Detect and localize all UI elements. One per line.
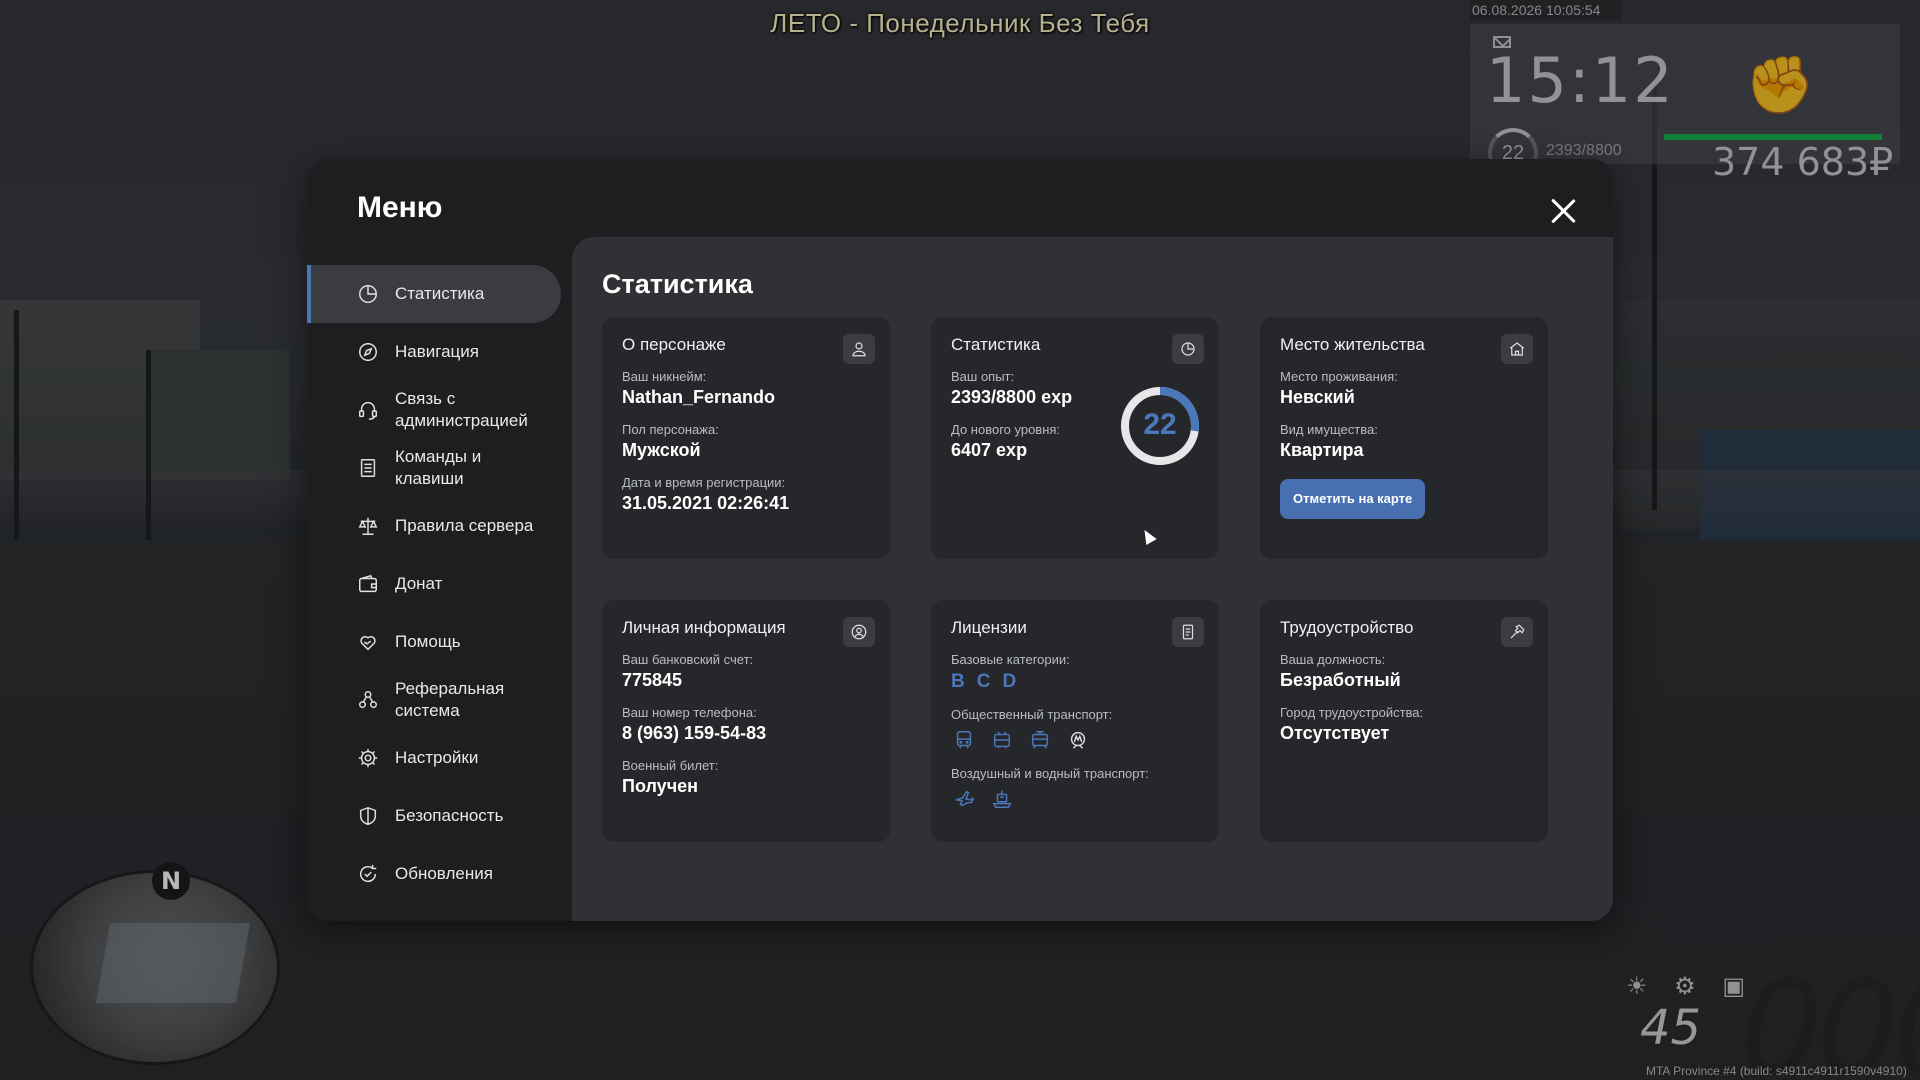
license-category-b: B bbox=[951, 671, 965, 692]
sidebar-item-donate[interactable]: Донат bbox=[307, 555, 563, 613]
airplane-icon bbox=[951, 787, 977, 811]
home-icon bbox=[1501, 334, 1533, 364]
nickname-value: Nathan_Fernando bbox=[622, 387, 776, 407]
military-id-value: Получен bbox=[622, 776, 699, 796]
compass-icon bbox=[357, 341, 379, 363]
card-title: Статистика bbox=[951, 335, 1041, 354]
field-label: Ваш опыт: bbox=[951, 369, 1015, 384]
gear-icon bbox=[357, 747, 379, 769]
sidebar-item-label: Безопасность bbox=[395, 806, 504, 825]
field-label: Дата и время регистрации: bbox=[622, 475, 786, 490]
sidebar-item-label: Обновления bbox=[395, 864, 493, 883]
card-title: О персонаже bbox=[622, 335, 726, 354]
registration-date-value: 31.05.2021 02:26:41 bbox=[622, 493, 790, 513]
field-label: Место проживания: bbox=[1280, 369, 1398, 384]
phone-value: 8 (963) 159-54-83 bbox=[622, 723, 767, 743]
character-card: О персонаже Ваш никнейм: Nathan_Fernando… bbox=[602, 317, 890, 559]
heart-hand-icon bbox=[357, 631, 379, 653]
metro-icon bbox=[1065, 728, 1091, 752]
sidebar-item-commands[interactable]: Команды и клавиши bbox=[307, 439, 563, 497]
user-circle-icon bbox=[843, 617, 875, 647]
sidebar-item-label: Связь с администрацией bbox=[395, 389, 528, 430]
card-title: Лицензии bbox=[951, 618, 1027, 637]
licenses-card: Лицензии Базовые категории: B C D Общест… bbox=[931, 600, 1219, 842]
sidebar: Статистика Навигация Связь с администрац… bbox=[307, 265, 563, 903]
residence-place-value: Невский bbox=[1280, 387, 1355, 407]
sidebar-item-rules[interactable]: Правила сервера bbox=[307, 497, 563, 555]
sidebar-item-label: Правила сервера bbox=[395, 516, 534, 535]
public-transport-licenses bbox=[951, 728, 1199, 752]
field-label: Общественный транспорт: bbox=[951, 707, 1113, 722]
license-category-c: C bbox=[976, 671, 991, 692]
field-label: Базовые категории: bbox=[951, 652, 1070, 667]
sidebar-item-security[interactable]: Безопасность bbox=[307, 787, 563, 845]
level-progress-ring: 22 bbox=[1119, 385, 1201, 467]
sidebar-item-label: Донат bbox=[395, 574, 443, 593]
sidebar-item-label: Статистика bbox=[395, 284, 485, 303]
job-city-value: Отсутствует bbox=[1280, 723, 1390, 743]
sidebar-item-navigation[interactable]: Навигация bbox=[307, 323, 563, 381]
gender-value: Мужской bbox=[622, 440, 701, 460]
field-label: Ваш номер телефона: bbox=[622, 705, 757, 720]
property-type-value: Квартира bbox=[1280, 440, 1364, 460]
sidebar-item-label: Реферальная система bbox=[395, 679, 505, 720]
sidebar-item-settings[interactable]: Настройки bbox=[307, 729, 563, 787]
bus-icon bbox=[951, 728, 977, 752]
tram-icon bbox=[1027, 728, 1053, 752]
sidebar-item-label: Помощь bbox=[395, 632, 461, 651]
pie-chart-icon bbox=[357, 283, 379, 305]
sidebar-item-statistics[interactable]: Статистика bbox=[307, 265, 561, 323]
document-icon bbox=[1172, 617, 1204, 647]
stats-card: Статистика Ваш опыт: 2393/8800 exp До но… bbox=[931, 317, 1219, 559]
pie-chart-icon bbox=[1172, 334, 1204, 364]
menu-title: Меню bbox=[357, 191, 443, 224]
sidebar-item-label: Команды и клавиши bbox=[395, 447, 482, 488]
field-label: Ваша должность: bbox=[1280, 652, 1386, 667]
field-label: Военный билет: bbox=[622, 758, 719, 773]
card-title: Личная информация bbox=[622, 618, 786, 637]
card-title: Трудоустройство bbox=[1280, 618, 1414, 637]
close-icon[interactable] bbox=[1545, 193, 1581, 229]
mark-on-map-button[interactable]: Отметить на карте bbox=[1280, 479, 1426, 519]
hammer-icon bbox=[1501, 617, 1533, 647]
employment-card: Трудоустройство Ваша должность: Безработ… bbox=[1260, 600, 1548, 842]
residence-card: Место жительства Место проживания: Невск… bbox=[1260, 317, 1548, 559]
license-category-d: D bbox=[1002, 671, 1017, 692]
user-icon bbox=[843, 334, 875, 364]
list-icon bbox=[357, 457, 379, 479]
boat-icon bbox=[989, 787, 1015, 811]
sidebar-item-updates[interactable]: Обновления bbox=[307, 845, 563, 903]
people-icon bbox=[357, 689, 379, 711]
air-water-licenses bbox=[951, 787, 1199, 811]
field-label: Пол персонажа: bbox=[622, 422, 719, 437]
field-label: Город трудоустройства: bbox=[1280, 705, 1424, 720]
license-categories: B C D bbox=[951, 671, 1199, 693]
personal-info-card: Личная информация Ваш банковский счет: 7… bbox=[602, 600, 890, 842]
menu-window: Меню Статистика Навигация Связь с админи… bbox=[307, 159, 1613, 921]
scales-icon bbox=[357, 515, 379, 537]
trolleybus-icon bbox=[989, 728, 1015, 752]
sidebar-item-admin-contact[interactable]: Связь с администрацией bbox=[307, 381, 563, 439]
sidebar-item-label: Навигация bbox=[395, 342, 479, 361]
card-title: Место жительства bbox=[1280, 335, 1425, 354]
content-panel: Статистика О персонаже Ваш никнейм: Nath… bbox=[572, 237, 1613, 921]
field-label: Воздушный и водный транспорт: bbox=[951, 766, 1149, 781]
field-label: Вид имущества: bbox=[1280, 422, 1378, 437]
wallet-icon bbox=[357, 573, 379, 595]
shield-icon bbox=[357, 805, 379, 827]
job-position-value: Безработный bbox=[1280, 670, 1401, 690]
sidebar-item-label: Настройки bbox=[395, 748, 479, 767]
level-number: 22 bbox=[1143, 408, 1177, 441]
bank-account-value: 775845 bbox=[622, 670, 683, 690]
field-label: Ваш никнейм: bbox=[622, 369, 707, 384]
sidebar-item-referral[interactable]: Реферальная система bbox=[307, 671, 563, 729]
headset-icon bbox=[357, 399, 379, 421]
page-title: Статистика bbox=[602, 269, 753, 299]
field-label: Ваш банковский счет: bbox=[622, 652, 754, 667]
refresh-icon bbox=[357, 863, 379, 885]
sidebar-item-help[interactable]: Помощь bbox=[307, 613, 563, 671]
